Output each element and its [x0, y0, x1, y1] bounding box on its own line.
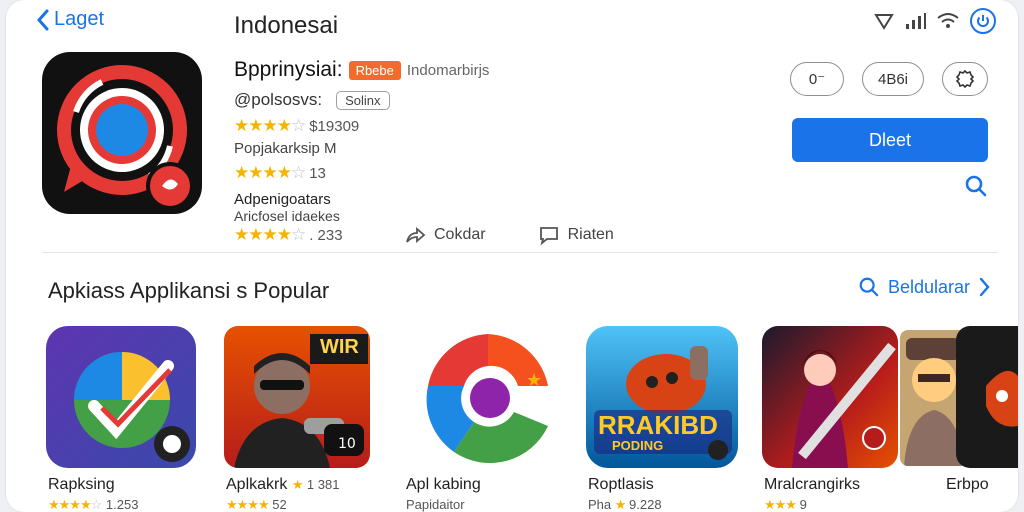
svg-text:★: ★ — [526, 370, 542, 391]
developer-name[interactable]: Indomarbirjs — [407, 62, 490, 79]
app-store-window: Laget Indonesai Bpprinysiai: Rbebe Indom… — [6, 0, 1018, 512]
app-badge: Rbebe — [348, 60, 401, 80]
chevron-right-icon — [979, 277, 990, 297]
app-tile-name: Mralcrangirks — [764, 476, 861, 493]
primary-action-button[interactable]: Dleet — [792, 118, 988, 162]
tile-label: RRAKIBD — [598, 410, 718, 440]
app-info: Bpprinysiai: Rbebe Indomarbirjs @polsosv… — [234, 58, 754, 246]
app-tile-name: Apl kabing — [406, 476, 481, 493]
see-all-label: Beldularar — [887, 276, 970, 297]
app-tile-rating: ★★★★☆ 1.253 — [48, 497, 139, 512]
app-tile-rating: ★★★★ 52 — [226, 497, 287, 512]
gear-icon — [955, 69, 975, 89]
section-title: Apkiass Applikansi s Popular — [48, 278, 330, 303]
app-tile[interactable]: RRAKIBD PODING — [586, 326, 738, 468]
app-tile-rating: Pha ★ 9.228 — [588, 497, 662, 512]
wifi-icon — [937, 13, 959, 28]
tile-label: PODING — [612, 438, 664, 453]
app-tile[interactable] — [46, 326, 196, 468]
app-tile-name: Erbpo — [946, 476, 989, 493]
option-pill[interactable]: 0⁻ — [790, 62, 844, 96]
share-icon — [406, 227, 426, 243]
rating-row: ★★★★☆ . 233 — [234, 225, 404, 245]
signal-icon — [874, 14, 894, 30]
back-button[interactable]: Laget — [36, 8, 104, 31]
comment-icon — [539, 227, 558, 246]
app-handle: @polsosvs: — [234, 90, 323, 109]
star-rating: ★★★★☆ — [234, 116, 306, 135]
back-label: Laget — [54, 8, 105, 30]
settings-button[interactable] — [942, 62, 988, 96]
svg-text:10: 10 — [338, 436, 356, 452]
app-tile-subtitle: Papidaitor — [406, 497, 465, 512]
page-title: Indonesai — [234, 12, 339, 39]
rating-row: ★★★★☆ 13 — [234, 163, 754, 183]
search-icon — [859, 277, 879, 297]
app-icon[interactable] — [42, 52, 202, 214]
divider — [42, 252, 998, 253]
app-tile[interactable] — [956, 326, 1018, 468]
review-label: Riaten — [567, 226, 614, 243]
status-bar — [874, 8, 996, 34]
review-button[interactable]: Riaten — [538, 224, 614, 246]
app-tile-name: Aplkakrk ★ 1 381 — [226, 476, 340, 493]
app-tile-name: Rapksing — [48, 476, 115, 493]
advisory-line: Adpenigoatars — [234, 191, 331, 208]
option-pill[interactable]: 4B6i — [862, 62, 924, 96]
app-tile-rating: ★★★ 9 — [764, 497, 807, 512]
advisory-line: Aricfosel idaekes — [234, 208, 340, 224]
tile-label: WIR — [320, 336, 359, 358]
rating-value: . 233 — [309, 226, 343, 244]
publisher-name: Popjakarksip M — [234, 140, 337, 157]
app-tile-name: Roptlasis — [588, 476, 654, 493]
chevron-left-icon — [36, 9, 49, 30]
cellular-bars-icon — [906, 13, 926, 29]
category-chip[interactable]: Solinx — [336, 90, 390, 110]
star-rating: ★★★★☆ — [234, 163, 306, 182]
share-button[interactable]: Cokdar — [404, 224, 486, 246]
app-name: Bpprinysiai: — [234, 58, 343, 81]
power-icon[interactable] — [970, 8, 996, 34]
rating-value: 13 — [309, 164, 326, 182]
rating-row: ★★★★☆ $19309 — [234, 116, 754, 136]
star-rating: ★★★★☆ — [234, 225, 306, 244]
search-icon[interactable] — [964, 174, 988, 198]
see-all-link[interactable]: Beldularar — [858, 276, 990, 298]
app-tile[interactable]: ★ — [414, 326, 562, 468]
app-tile[interactable] — [762, 326, 898, 468]
share-label: Cokdar — [434, 226, 486, 243]
app-tile[interactable]: 10 WIR — [224, 326, 370, 468]
rating-value: $19309 — [309, 117, 360, 135]
